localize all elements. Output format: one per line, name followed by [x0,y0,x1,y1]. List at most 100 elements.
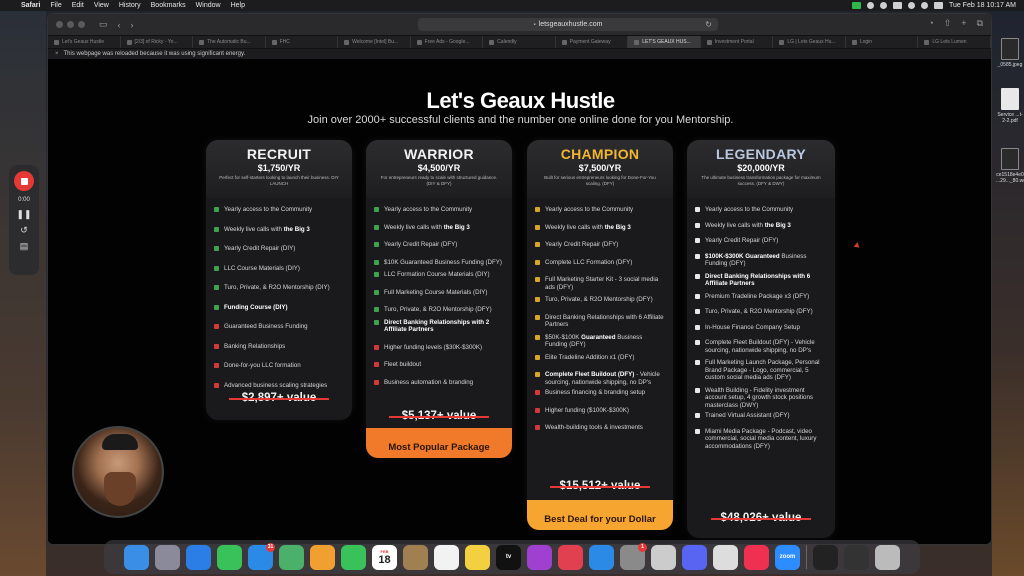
menu-history[interactable]: History [119,2,141,9]
screen-recorder: 0:00 ❚❚ ↺ ▤ [9,165,39,275]
feature-text: Complete Fleet Buildout (DFY) - Vehicle … [705,339,827,354]
reload-icon[interactable]: ↻ [705,20,712,29]
dock-mail-icon[interactable]: 31 [248,542,275,570]
menu-app[interactable]: Safari [21,2,40,9]
dock-recent-icon[interactable] [844,544,869,570]
control-icon[interactable] [866,2,874,9]
dock-calendar-icon[interactable]: FEB 18 [372,544,397,570]
feature-text: Direct Banking Relationships with 6 Affi… [545,314,665,329]
browser-tab[interactable]: Free Ads - Google... [411,36,484,48]
strikethrough-line [550,486,650,488]
browser-tab[interactable]: Welcome [Intel] Bu... [338,36,411,48]
feature-included: Full Marketing Course Materials (DIY) [374,289,504,297]
plan-card-recruit[interactable]: RECRUIT $1,750/YR Perfect for self-starter… [206,140,352,420]
browser-tab[interactable]: Calendly [483,36,556,48]
dock-launchpad-icon[interactable] [155,544,180,570]
download-icon[interactable]: ◔ [928,18,933,29]
plan-card-warrior[interactable]: WARRIOR $4,500/YR For entrepreneurs ready … [366,140,512,458]
spotlight-icon[interactable] [920,2,928,9]
menu-file[interactable]: File [50,2,61,9]
browser-tab[interactable]: FHC [266,36,339,48]
feature-text: Miami Media Package - Podcast, video com… [705,428,827,451]
back-icon[interactable]: ‹ [118,20,121,30]
browser-tab[interactable]: The Automatic Bu... [193,36,266,48]
dock-news-icon[interactable] [558,544,583,570]
dock-maps-icon[interactable] [279,544,304,570]
dock-preview-icon[interactable] [651,544,676,570]
plan-tier: CHAMPION [560,146,640,162]
browser-tab[interactable]: LG Lets Lumen [918,36,991,48]
tab-overview-icon[interactable]: ⧉ [977,18,983,29]
share-icon[interactable]: ⇧ [944,18,952,29]
dock-trash-icon[interactable] [875,544,900,570]
dock-reminders-icon[interactable] [434,544,459,570]
browser-tab[interactable]: [2/3] of Ricky - Yo... [121,36,194,48]
strikethrough-line [229,398,329,400]
feature-text: Fleet buildout [384,361,421,369]
camera-in-use-icon[interactable] [851,2,861,9]
control-center-icon[interactable] [933,2,943,9]
dock-tv-icon[interactable]: tv [496,544,521,570]
forward-icon[interactable]: › [131,20,134,30]
file-name: Service ...t-2-2.pdf [997,112,1023,124]
minimize-window-button[interactable] [67,21,74,28]
browser-tab[interactable]: Login [846,36,919,48]
dock-facetime-icon[interactable] [341,544,366,570]
browser-tab[interactable]: LET'S GEAUX HUS... [628,36,701,48]
desktop-file[interactable]: ce1518e4e0 ...29..._80.webp [996,148,1024,184]
pause-icon[interactable]: ❚❚ [16,209,31,219]
dock-system-settings-icon[interactable]: 1 [620,542,647,570]
menu-edit[interactable]: Edit [72,2,84,9]
dock-finder-icon[interactable] [124,544,149,570]
check-mark-icon [695,273,700,279]
address-bar[interactable]: ▪ letsgeauxhustle.com ↻ [418,18,718,31]
menu-help[interactable]: Help [231,2,245,9]
url-text: letsgeauxhustle.com [538,21,603,28]
battery-icon[interactable] [892,2,902,9]
feature-text: Weekly live calls with the Big 3 [545,224,631,232]
dock-safari-icon[interactable] [186,544,211,570]
dock-app-store-icon[interactable] [589,544,614,570]
feature-excluded: Higher funding levels ($30K-$300K) [374,344,504,352]
trash-icon[interactable]: ▤ [20,241,29,251]
sidebar-icon[interactable]: ▭ [99,19,108,30]
browser-tab[interactable]: Investment Portal [701,36,774,48]
desktop-file[interactable]: Service ...t-2-2.pdf [996,88,1024,124]
dock-podcasts-icon[interactable] [527,544,552,570]
menu-view[interactable]: View [94,2,109,9]
desktop-file[interactable]: _0585.jpeg [996,38,1024,68]
dock-notes-icon[interactable] [465,544,490,570]
dock-photos-icon[interactable] [310,544,335,570]
dock-messages-icon[interactable] [217,544,242,570]
plan-card-champion[interactable]: CHAMPION $7,500/YR Built for serious entre… [527,140,673,530]
page-title: Let's Geaux Hustle [426,88,615,113]
dock-preview2-icon[interactable] [713,544,738,570]
check-mark-icon [214,304,219,310]
plan-card-legendary[interactable]: LEGENDARY $20,000/YR The ultimate business… [687,140,835,538]
zoom-window-button[interactable] [78,21,85,28]
dock-discord-icon[interactable] [682,544,707,570]
menu-bookmarks[interactable]: Bookmarks [151,2,186,9]
browser-tab[interactable]: Let's Geaux Hustle [48,36,121,48]
stop-record-button[interactable] [14,171,34,191]
menu-clock[interactable]: Tue Feb 18 10:17 AM [949,2,1016,9]
apple-icon[interactable] [8,2,15,10]
wifi-icon[interactable] [907,2,915,9]
status-icon[interactable] [879,2,887,9]
menu-window[interactable]: Window [196,2,221,9]
dock-music-icon[interactable] [744,544,769,570]
restart-icon[interactable]: ↺ [20,225,28,235]
dock-notes-brown-icon[interactable] [403,544,428,570]
plan-banner: Best Deal for your Dollar [527,500,673,530]
close-notice-icon[interactable]: × [55,51,59,57]
new-tab-icon[interactable]: + [961,18,966,29]
feature-excluded: Fleet buildout [374,361,504,369]
dock-zoom-icon[interactable]: zoom [775,544,800,570]
feature-text: Full Marketing Launch Package, Personal … [705,359,827,382]
browser-tab[interactable]: LG | Lets Geaux Hu... [773,36,846,48]
close-window-button[interactable] [56,21,63,28]
browser-tab[interactable]: Payment Gateway [556,36,629,48]
feature-text: Higher funding ($100K-$300K) [545,407,629,415]
dock-screenshot-icon[interactable] [813,544,838,570]
tab-label: Welcome [Intel] Bu... [352,39,399,45]
